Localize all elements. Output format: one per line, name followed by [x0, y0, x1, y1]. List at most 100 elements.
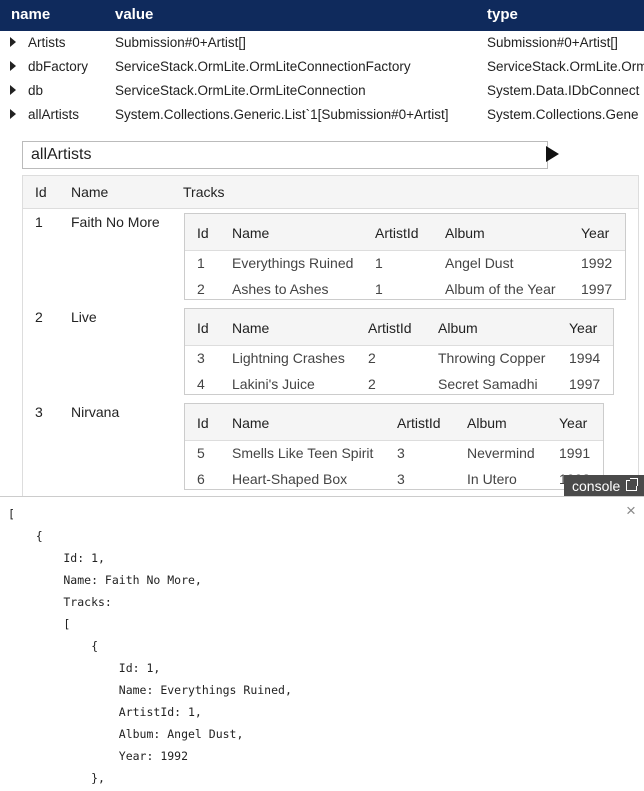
- variable-name: db: [28, 83, 44, 98]
- track-header-id: Id: [197, 320, 209, 336]
- track-header-name: Name: [232, 415, 270, 431]
- tracks-header-row: Id Name ArtistId Album Year: [185, 309, 613, 346]
- track-year: 1991: [559, 445, 591, 461]
- console-line: Year: 1992: [8, 749, 189, 763]
- column-header-tracks: Tracks: [183, 184, 225, 200]
- console-line: ArtistId: 1,: [8, 705, 202, 719]
- variable-value: ServiceStack.OrmLite.OrmLiteConnection: [115, 83, 366, 98]
- close-icon[interactable]: ×: [626, 501, 636, 521]
- column-header-id: Id: [35, 184, 47, 200]
- track-header-id: Id: [197, 225, 209, 241]
- track-name: Lightning Crashes: [232, 350, 345, 366]
- artist-name: Nirvana: [71, 404, 120, 420]
- track-row: 3 Lightning Crashes 2 Throwing Copper 19…: [185, 345, 613, 371]
- track-name: Smells Like Teen Spirit: [232, 445, 374, 461]
- track-name: Heart-Shaped Box: [232, 471, 348, 487]
- track-id: 1: [197, 255, 205, 271]
- track-row: 4 Lakini's Juice 2 Secret Samadhi 1997: [185, 371, 613, 397]
- console-line: Id: 1,: [8, 551, 105, 565]
- column-header-name: Name: [71, 184, 109, 200]
- variable-name: allArtists: [28, 107, 80, 122]
- track-album: Secret Samadhi: [438, 376, 538, 392]
- track-year: 1997: [569, 376, 601, 392]
- console-panel: × [ { Id: 1, Name: Faith No More, Tracks…: [0, 496, 644, 791]
- variable-row-artists[interactable]: Artists Submission#0+Artist[] Submission…: [0, 31, 644, 55]
- tracks-table: Id Name ArtistId Album Year 1 Everything…: [184, 213, 626, 300]
- variable-type: ServiceStack.OrmLite.Orm: [487, 59, 644, 74]
- track-id: 4: [197, 376, 205, 392]
- expand-arrow-icon[interactable]: [10, 37, 16, 47]
- variable-row-allartists[interactable]: allArtists System.Collections.Generic.Li…: [0, 103, 644, 127]
- tracks-table: Id Name ArtistId Album Year 5 Smells Lik…: [184, 403, 604, 490]
- track-header-artistid: ArtistId: [375, 225, 419, 241]
- track-id: 6: [197, 471, 205, 487]
- track-row: 2 Ashes to Ashes 1 Album of the Year 199…: [185, 276, 625, 302]
- console-line: Name: Faith No More,: [8, 573, 202, 587]
- tracks-header-row: Id Name ArtistId Album Year: [185, 404, 603, 441]
- track-name: Lakini's Juice: [232, 376, 315, 392]
- variable-value: Submission#0+Artist[]: [115, 35, 246, 50]
- track-header-artistid: ArtistId: [397, 415, 441, 431]
- track-album: Angel Dust: [445, 255, 514, 271]
- variable-type: System.Collections.Gene: [487, 107, 639, 122]
- track-row: 1 Everythings Ruined 1 Angel Dust 1992: [185, 250, 625, 276]
- run-button[interactable]: [546, 146, 559, 162]
- console-line: [: [8, 617, 71, 631]
- track-name: Ashes to Ashes: [232, 281, 329, 297]
- console-line: Album: Angel Dust,: [8, 727, 244, 741]
- header-type: type: [487, 6, 518, 23]
- console-line: Name: Everythings Ruined,: [8, 683, 292, 697]
- header-value: value: [115, 6, 154, 23]
- track-header-album: Album: [467, 415, 507, 431]
- track-header-year: Year: [559, 415, 588, 431]
- console-line: Id: 1,: [8, 661, 161, 675]
- variable-name: dbFactory: [28, 59, 89, 74]
- artist-name: Faith No More: [71, 214, 160, 230]
- track-album: Nevermind: [467, 445, 535, 461]
- track-header-album: Album: [445, 225, 485, 241]
- track-header-album: Album: [438, 320, 478, 336]
- track-album: Album of the Year: [445, 281, 556, 297]
- console-line: },: [8, 771, 105, 785]
- track-row: 6 Heart-Shaped Box 3 In Utero 1993: [185, 466, 603, 492]
- expand-arrow-icon[interactable]: [10, 61, 16, 71]
- expand-arrow-icon[interactable]: [10, 109, 16, 119]
- track-id: 3: [197, 350, 205, 366]
- variable-value: System.Collections.Generic.List`1[Submis…: [115, 107, 449, 122]
- track-album: In Utero: [467, 471, 517, 487]
- track-header-year: Year: [569, 320, 598, 336]
- artist-id: 2: [35, 309, 43, 325]
- variable-row-db[interactable]: db ServiceStack.OrmLite.OrmLiteConnectio…: [0, 79, 644, 103]
- results-header-row: Id Name Tracks: [23, 176, 638, 209]
- expression-input[interactable]: [22, 141, 548, 169]
- track-header-name: Name: [232, 225, 270, 241]
- track-header-id: Id: [197, 415, 209, 431]
- track-year: 1992: [581, 255, 613, 271]
- console-line: [: [8, 507, 15, 521]
- track-id: 2: [197, 281, 205, 297]
- results-table: Id Name Tracks 1 Faith No More Id Name A…: [22, 175, 639, 496]
- console-button[interactable]: console: [564, 475, 644, 497]
- track-artistid: 3: [397, 445, 405, 461]
- track-year: 1997: [581, 281, 613, 297]
- track-header-name: Name: [232, 320, 270, 336]
- track-artistid: 1: [375, 255, 383, 271]
- console-button-label: console: [572, 478, 621, 494]
- track-id: 5: [197, 445, 205, 461]
- track-row: 5 Smells Like Teen Spirit 3 Nevermind 19…: [185, 440, 603, 466]
- tracks-header-row: Id Name ArtistId Album Year: [185, 214, 625, 251]
- external-link-icon: [626, 478, 638, 491]
- artist-id: 1: [35, 214, 43, 230]
- console-line: Tracks:: [8, 595, 112, 609]
- variable-row-dbfactory[interactable]: dbFactory ServiceStack.OrmLite.OrmLiteCo…: [0, 55, 644, 79]
- expand-arrow-icon[interactable]: [10, 85, 16, 95]
- variables-header: name value type: [0, 0, 644, 31]
- track-artistid: 1: [375, 281, 383, 297]
- variable-value: ServiceStack.OrmLite.OrmLiteConnectionFa…: [115, 59, 411, 74]
- variable-name: Artists: [28, 35, 66, 50]
- track-album: Throwing Copper: [438, 350, 546, 366]
- artist-id: 3: [35, 404, 43, 420]
- header-name: name: [11, 6, 51, 23]
- tracks-table: Id Name ArtistId Album Year 3 Lightning …: [184, 308, 614, 395]
- track-artistid: 2: [368, 376, 376, 392]
